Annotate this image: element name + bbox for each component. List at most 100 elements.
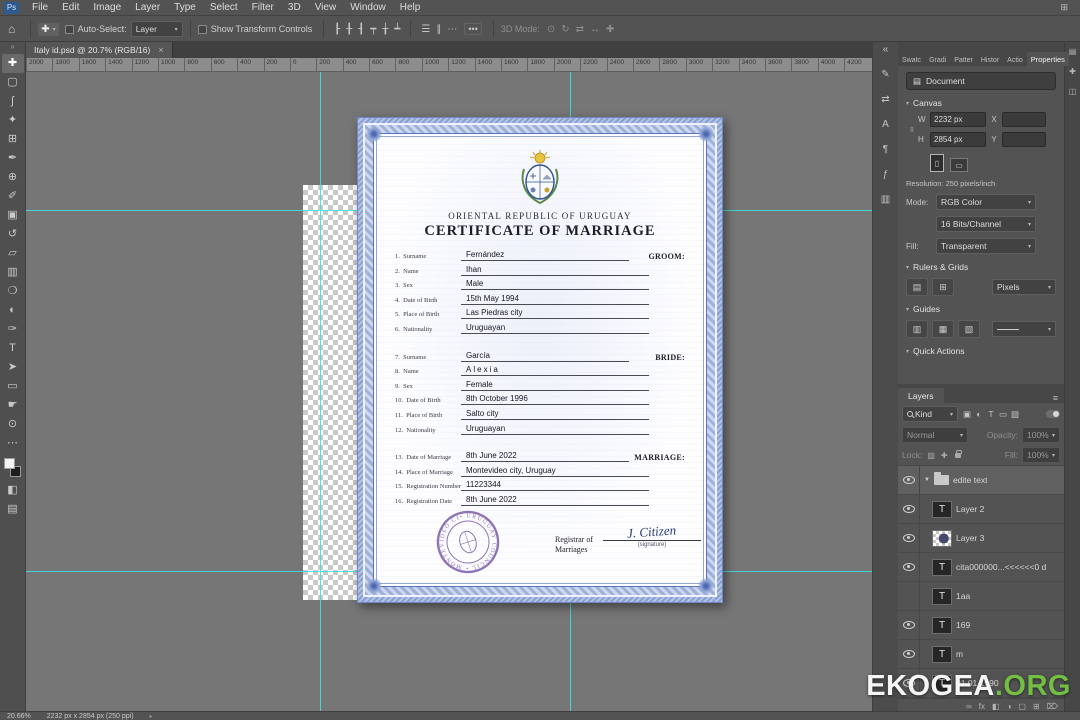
height-input[interactable]: 2854 px	[930, 132, 986, 147]
guides-section-header[interactable]: ▾ Guides	[906, 304, 1056, 314]
align-center-horizontal-icon[interactable]: ╂	[346, 24, 352, 35]
canvas-section-header[interactable]: ▾ Canvas	[906, 98, 1056, 108]
lock-all-icon[interactable]	[954, 449, 962, 458]
delete-layer-icon[interactable]: ⌦	[1047, 702, 1058, 711]
panel-tab[interactable]: Properties	[1026, 52, 1069, 66]
visibility-cell[interactable]	[898, 495, 920, 523]
visibility-cell[interactable]	[898, 582, 920, 610]
color-mode-dropdown[interactable]: RGB Color ▾	[936, 194, 1036, 210]
layer-name[interactable]: 169	[956, 620, 970, 630]
eye-icon[interactable]	[902, 650, 915, 658]
align-left-icon[interactable]: ┠	[334, 24, 340, 35]
ruler-units-dropdown[interactable]: Pixels ▾	[992, 279, 1056, 295]
layer-name[interactable]: edite text	[953, 475, 988, 485]
panel-menu-icon[interactable]: ≡	[1053, 393, 1058, 403]
edit-toolbar-icon[interactable]: ⋯	[2, 434, 24, 453]
filter-toggle[interactable]	[1046, 410, 1060, 418]
visibility-cell[interactable]	[898, 553, 920, 581]
glyphs-panel-icon[interactable]: ƒ	[883, 169, 889, 180]
toolbar-collapse-icon[interactable]: »	[11, 42, 15, 54]
layer-name[interactable]: Layer 2	[956, 504, 984, 514]
layer-filter-dropdown[interactable]: Kind ▾	[902, 406, 958, 422]
eye-icon[interactable]	[902, 563, 915, 571]
text-layer-thumbnail[interactable]: T	[932, 645, 952, 663]
layer-row[interactable]: ▼ edite text	[898, 466, 1064, 495]
guide-style-dropdown[interactable]: ▾	[992, 321, 1056, 337]
distribute-vertical-icon[interactable]: ☰	[421, 24, 430, 35]
eyedropper-tool[interactable]: ✒	[2, 149, 24, 168]
group-expand-icon[interactable]: ▼	[924, 477, 930, 483]
hand-tool[interactable]: ☛	[2, 396, 24, 415]
clear-guides-icon[interactable]: ▧	[958, 320, 980, 338]
more-options-icon[interactable]: •••	[464, 23, 482, 35]
layer-name[interactable]: cita000000...<<<<<<0 d	[956, 562, 1046, 572]
blur-tool[interactable]: ❍	[2, 282, 24, 301]
visibility-cell[interactable]	[898, 524, 920, 552]
filter-type-layers-icon[interactable]: T	[985, 409, 997, 420]
layer-effects-icon[interactable]: fx	[979, 702, 985, 711]
new-layer-icon[interactable]: ⊞	[1033, 702, 1040, 711]
bit-depth-dropdown[interactable]: 16 Bits/Channel ▾	[936, 216, 1036, 232]
document-tab[interactable]: Italy id.psd @ 20.7% (RGB/16) ×	[26, 42, 173, 58]
dodge-tool[interactable]: ◐	[2, 301, 24, 320]
layer-row[interactable]: T 1aa	[898, 582, 1064, 611]
quick-selection-tool[interactable]: ✦	[2, 111, 24, 130]
document-selector[interactable]: ▤ Document	[906, 72, 1056, 90]
certificate-document[interactable]: ORIENTAL REPUBLIC OF URUGUAY CERTIFICATE…	[357, 117, 723, 603]
layer-name[interactable]: 1aa	[956, 591, 970, 601]
crop-tool[interactable]: ⊞	[2, 130, 24, 149]
menu-item[interactable]: Edit	[55, 0, 86, 16]
layer-mask-icon[interactable]: ◧	[992, 702, 1000, 711]
menu-item[interactable]: Image	[86, 0, 128, 16]
layer-row[interactable]: T 169	[898, 611, 1064, 640]
y-input[interactable]	[1002, 132, 1046, 147]
menu-item[interactable]: Filter	[245, 0, 281, 16]
status-caret-icon[interactable]: ▸	[150, 713, 153, 720]
menu-item[interactable]: 3D	[281, 0, 308, 16]
opacity-dropdown[interactable]: 100% ▾	[1022, 427, 1060, 443]
layer-name[interactable]: Layer 3	[956, 533, 984, 543]
align-right-icon[interactable]: ┨	[358, 24, 364, 35]
distribute-spacing-icon[interactable]: ⋯	[447, 24, 457, 35]
adjustment-layer-icon[interactable]: ◑	[1007, 702, 1012, 711]
panel-tab[interactable]: Histor	[977, 54, 1003, 66]
workspace-switcher-icon[interactable]: ⊞	[1060, 2, 1068, 13]
filter-shape-layers-icon[interactable]: ▭	[997, 409, 1009, 420]
fill-dropdown[interactable]: 100% ▾	[1022, 447, 1060, 463]
visibility-cell[interactable]	[898, 611, 920, 639]
paragraph-panel-icon[interactable]: ¶	[883, 144, 888, 155]
landscape-orientation-button[interactable]: ▭	[950, 158, 968, 172]
filter-adjustment-layers-icon[interactable]: ◐	[973, 409, 985, 420]
lock-position-icon[interactable]: ✚	[941, 451, 948, 460]
current-tool-icon[interactable]: ✚ ▾	[38, 22, 59, 36]
layer-name[interactable]: m	[956, 649, 963, 659]
toggle-guides-icon[interactable]: ▥	[906, 320, 928, 338]
marquee-tool[interactable]: ▢	[2, 73, 24, 92]
character-panel-icon[interactable]: A	[882, 119, 889, 130]
type-tool[interactable]: T	[2, 339, 24, 358]
visibility-cell[interactable]	[898, 466, 920, 494]
brush-tool[interactable]: ✐	[2, 187, 24, 206]
panel-tab[interactable]: Swatc	[898, 54, 925, 66]
eye-icon[interactable]	[902, 621, 915, 629]
layer-row[interactable]: T cita000000...<<<<<<0 d	[898, 553, 1064, 582]
portrait-orientation-button[interactable]: ▯	[930, 154, 944, 172]
menu-item[interactable]: File	[25, 0, 55, 16]
lock-transparency-icon[interactable]: ▨	[927, 451, 935, 460]
show-transform-checkbox[interactable]	[197, 24, 207, 34]
transform-panel-icon[interactable]: ⇄	[881, 94, 889, 105]
menu-item[interactable]: Window	[343, 0, 393, 16]
filter-smart-objects-icon[interactable]: ▨	[1009, 409, 1021, 420]
color-swatches[interactable]	[2, 457, 24, 481]
foreground-color-swatch[interactable]	[3, 458, 15, 469]
menu-item[interactable]: Layer	[128, 0, 167, 16]
brush-settings-panel-icon[interactable]: ✎	[881, 69, 889, 80]
toggle-grid-icon[interactable]: ⊞	[932, 278, 954, 296]
layer-row[interactable]: T m	[898, 640, 1064, 669]
eye-icon[interactable]	[902, 476, 915, 484]
width-input[interactable]: 2232 px	[930, 112, 986, 127]
gradient-tool[interactable]: ▥	[2, 263, 24, 282]
new-group-icon[interactable]: ▢	[1018, 702, 1026, 711]
auto-select-target-dropdown[interactable]: Layer ▾	[130, 21, 183, 37]
image-layer-thumbnail[interactable]	[932, 529, 952, 547]
